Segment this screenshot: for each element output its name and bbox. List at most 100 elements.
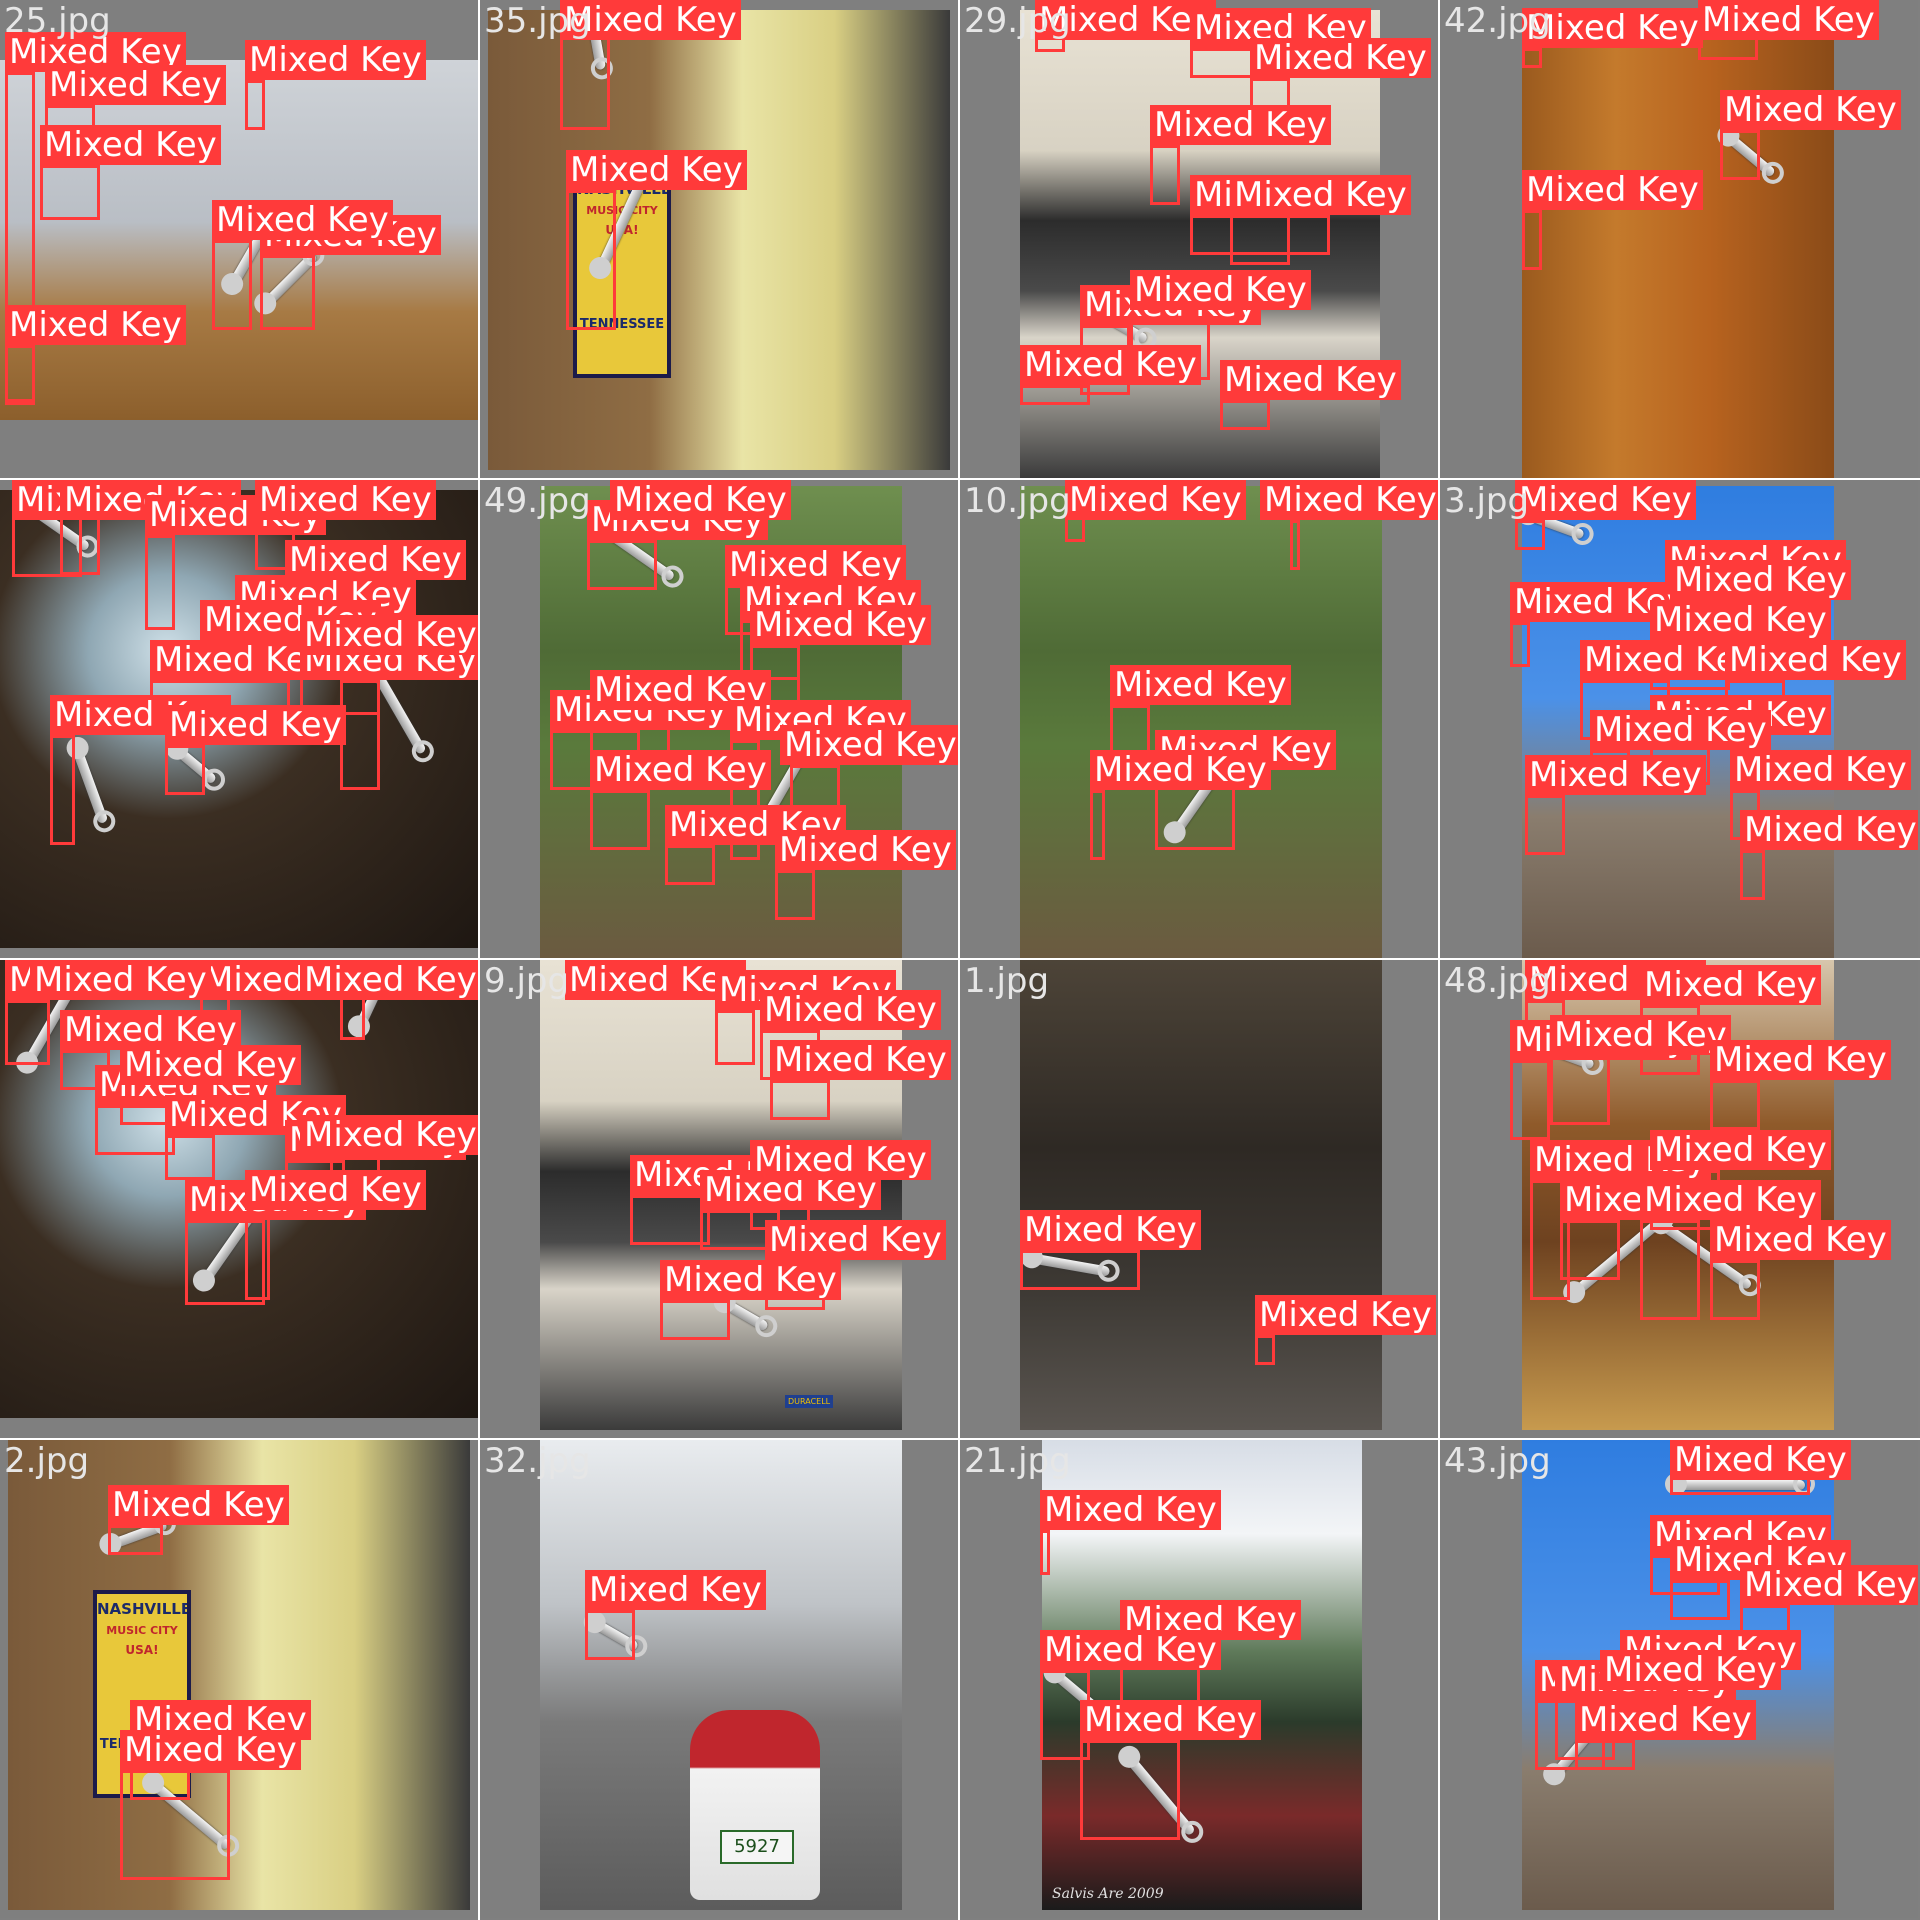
- detection-box: [1510, 1060, 1550, 1140]
- poster-text: MUSIC CITY: [106, 1624, 178, 1637]
- scene-photo: [1020, 960, 1382, 1430]
- detection-label: Mixed Key: [1150, 105, 1331, 145]
- detection-box: [1510, 622, 1530, 667]
- detection-box: [1220, 400, 1270, 430]
- detection-label: Mixed Key: [120, 1045, 301, 1085]
- image-filename: 43.jpg: [1444, 1441, 1551, 1481]
- detection-label: Mixed Key: [775, 830, 956, 870]
- detection-box: [1020, 385, 1090, 405]
- detection-box: [1515, 520, 1545, 550]
- detection-box: [1522, 48, 1542, 68]
- detection-box: [340, 995, 365, 1040]
- detection-label: Mixed Key: [1110, 665, 1291, 705]
- detection-label: Mixed Key: [1575, 1700, 1756, 1740]
- detection-box: [1230, 215, 1290, 265]
- detection-box: [715, 1010, 755, 1065]
- detection-label: Mixed Key: [1515, 480, 1696, 520]
- detection-box: [260, 255, 315, 330]
- detection-label: Mixed Key: [300, 960, 478, 1000]
- mosaic-cell: Mixed Key Mixed Key 1.jpg: [960, 960, 1438, 1438]
- image-filename: 3.jpg: [1444, 481, 1530, 521]
- battery-pack: DURACELL: [785, 1395, 834, 1408]
- mosaic-cell: Mixed Key Mixed Key Mixed Key Mixed Key 42.j…: [1440, 0, 1918, 478]
- detection-box: [212, 240, 252, 330]
- detection-label: Mixed Key: [1065, 480, 1246, 520]
- detection-box: [50, 735, 75, 845]
- detection-label: Mixed Key: [212, 200, 393, 240]
- detection-box: [1040, 1530, 1050, 1575]
- detection-box: [775, 870, 815, 920]
- detection-label: Mixed Key: [165, 705, 346, 745]
- detection-box: [1550, 1055, 1610, 1125]
- detection-box: [40, 165, 100, 220]
- image-filename: 2.jpg: [4, 1441, 90, 1481]
- detection-label: Mixed Key: [1600, 1650, 1781, 1690]
- image-filename: 42.jpg: [1444, 1, 1551, 41]
- mosaic-cell: Mixed KeyMixed KeyMixed KeyMixed KeyMixe…: [0, 480, 478, 958]
- detection-label: Mixed Key: [1040, 1490, 1221, 1530]
- detection-box: [590, 790, 650, 850]
- detection-box: [165, 1135, 215, 1180]
- detection-label: Mixed Key: [1640, 965, 1821, 1005]
- poster-text: USA!: [125, 1643, 159, 1657]
- grid-separator: [478, 0, 480, 1920]
- image-filename: 29.jpg: [964, 1, 1071, 41]
- detection-label: Mixed Key: [1090, 750, 1271, 790]
- image-filename: 10.jpg: [964, 481, 1071, 521]
- detection-label: Mixed Key: [1255, 1295, 1436, 1335]
- image-filename: 32.jpg: [484, 1441, 591, 1481]
- detection-label: Mixed Key: [725, 545, 906, 585]
- detection-box: [630, 1195, 710, 1245]
- detection-label: Mixed Key: [1260, 480, 1438, 520]
- mosaic-cell: Mixed KeyMixed KeyMixed KeyMixed KeyMixe…: [1440, 480, 1918, 958]
- image-filename: 25.jpg: [4, 1, 111, 41]
- detection-box: [1255, 1335, 1275, 1365]
- detection-box: [1710, 1080, 1760, 1130]
- detection-label: Mixed Key: [120, 1730, 301, 1770]
- detection-label: Mixed Key: [770, 1040, 951, 1080]
- detection-box: [1150, 145, 1180, 205]
- detection-label: Mixed Key: [1640, 1180, 1821, 1220]
- image-filename: 49.jpg: [484, 481, 591, 521]
- detection-box: [1740, 850, 1765, 900]
- detection-label: Mixed Key: [660, 1260, 841, 1300]
- mosaic-cell: Mixed KeyMixed KeyMixed KeyMixed KeyMixe…: [0, 0, 478, 478]
- detection-box: [245, 80, 265, 130]
- grid-separator: [1438, 0, 1440, 1920]
- detection-label: Mixed Key: [1130, 270, 1311, 310]
- image-filename: 9.jpg: [484, 961, 570, 1001]
- detection-label: Mixed Key: [1670, 1440, 1851, 1480]
- detection-label: Mixed Key: [1730, 750, 1911, 790]
- mosaic-cell: Mixed KeyMixed KeyMixed KeyMixed KeyMixe…: [0, 960, 478, 1438]
- detection-box: [145, 535, 175, 630]
- detection-label: Mixed Key: [245, 40, 426, 80]
- detection-label: Mixed Key: [285, 540, 466, 580]
- detection-label: Mixed Key: [255, 480, 436, 520]
- detection-label: Mixed Key: [1522, 170, 1703, 210]
- detection-label: Mixed Key: [30, 960, 211, 1000]
- detection-label: Mixed Key: [1220, 360, 1401, 400]
- detection-box: [165, 745, 205, 795]
- detection-label: Mixed Key: [1710, 1220, 1891, 1260]
- detection-box: [108, 1525, 163, 1555]
- detection-label: Mixed Key: [750, 605, 931, 645]
- detection-box: [1670, 1580, 1730, 1620]
- detection-label: Mixed Key: [760, 990, 941, 1030]
- detection-label: Mixed Key: [60, 1010, 241, 1050]
- detection-label: Mixed Key: [590, 750, 771, 790]
- detection-box: [1525, 795, 1565, 855]
- detection-box: [587, 540, 657, 590]
- detection-box: [665, 845, 715, 885]
- detection-label: Mixed Key: [765, 1220, 946, 1260]
- detection-label: Mixed Key: [300, 1115, 478, 1155]
- detection-label: Mixed Key: [1698, 0, 1879, 40]
- detection-label: Mixed Key: [1650, 600, 1831, 640]
- detection-box: [1640, 1220, 1700, 1320]
- detection-box: [1020, 1250, 1140, 1290]
- detection-box: [1720, 130, 1760, 180]
- detection-label: Mixed Key: [108, 1485, 289, 1525]
- detection-box: [5, 1000, 50, 1065]
- scene-photo: [1522, 10, 1834, 478]
- grid-separator: [0, 1438, 1920, 1440]
- mosaic-cell: Mixed KeyMixed KeyMixed KeyMixed KeyMixe…: [1440, 960, 1918, 1438]
